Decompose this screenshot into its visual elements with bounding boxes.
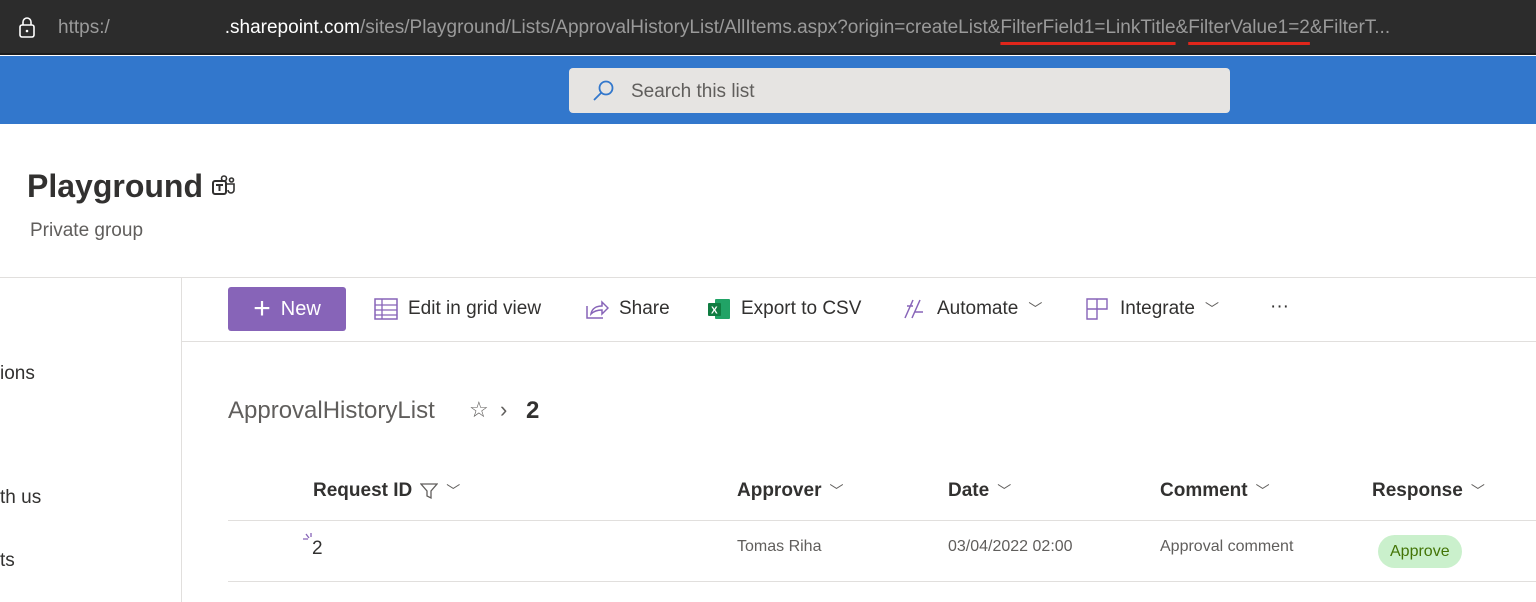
column-header-date[interactable]: Date ﹀ — [948, 480, 1011, 502]
chevron-down-icon: ﹀ — [1028, 301, 1043, 317]
nav-item[interactable]: ions — [0, 363, 35, 385]
chevron-down-icon: ﹀ — [1255, 483, 1270, 499]
url-text: https:/.sharepoint.com/sites/Playground/… — [58, 17, 1391, 38]
chevron-down-icon: ﹀ — [829, 483, 844, 499]
browser-address-bar[interactable]: https:/.sharepoint.com/sites/Playground/… — [0, 0, 1536, 55]
column-header-request-id[interactable]: Request ID ﹀ — [313, 480, 460, 502]
svg-text:X: X — [711, 306, 718, 317]
breadcrumb-list[interactable]: ApprovalHistoryList — [228, 397, 435, 425]
column-header-approver[interactable]: Approver ﹀ — [737, 480, 843, 502]
divider — [228, 581, 1536, 582]
breadcrumb-current: 2 — [526, 397, 540, 424]
site-subtitle: Private group — [30, 220, 144, 241]
request-id-link[interactable]: 2 — [312, 538, 323, 560]
excel-icon: X — [708, 299, 730, 319]
integrate-icon — [1086, 298, 1108, 320]
column-header-response[interactable]: Response ﹀ — [1372, 480, 1485, 502]
automate-icon — [904, 299, 923, 319]
divider — [228, 520, 1536, 521]
column-header-comment[interactable]: Comment ﹀ — [1160, 480, 1270, 502]
more-button[interactable]: ··· — [1270, 296, 1289, 318]
plus-icon: + — [253, 292, 271, 325]
favorite-star-icon[interactable]: ☆ — [469, 397, 489, 423]
chevron-right-icon: › — [500, 397, 508, 422]
filter-icon — [420, 483, 439, 500]
suite-bar: Search this list — [0, 56, 1536, 124]
search-icon — [593, 80, 614, 101]
approver-cell: Tomas Riha — [737, 538, 822, 555]
site-title[interactable]: Playground — [27, 168, 203, 205]
divider — [0, 277, 1536, 278]
chevron-down-icon: ﹀ — [446, 483, 461, 499]
chevron-down-icon: ﹀ — [997, 483, 1012, 499]
nav-item[interactable]: ts — [0, 550, 15, 572]
search-placeholder: Search this list — [631, 81, 755, 102]
integrate-button[interactable]: Integrate ﹀ — [1086, 298, 1219, 320]
date-cell: 03/04/2022 02:00 — [948, 538, 1073, 555]
chevron-down-icon: ﹀ — [1470, 483, 1485, 499]
new-button[interactable]: + New — [228, 287, 346, 331]
share-button[interactable]: Share — [585, 298, 670, 320]
status-badge: Approve — [1378, 535, 1462, 568]
divider — [182, 341, 1536, 342]
comment-cell: Approval comment — [1160, 538, 1294, 555]
automate-button[interactable]: Automate ﹀ — [903, 298, 1042, 320]
grid-icon — [374, 298, 398, 320]
teams-icon[interactable] — [212, 175, 236, 197]
nav-item[interactable]: th us — [0, 487, 41, 509]
search-input[interactable]: Search this list — [569, 68, 1230, 113]
edit-grid-button[interactable]: Edit in grid view — [374, 298, 541, 320]
lock-icon — [19, 17, 35, 38]
nav-divider — [181, 278, 182, 602]
share-icon — [586, 300, 609, 319]
chevron-down-icon: ﹀ — [1205, 301, 1219, 317]
export-csv-button[interactable]: X Export to CSV — [707, 298, 861, 320]
